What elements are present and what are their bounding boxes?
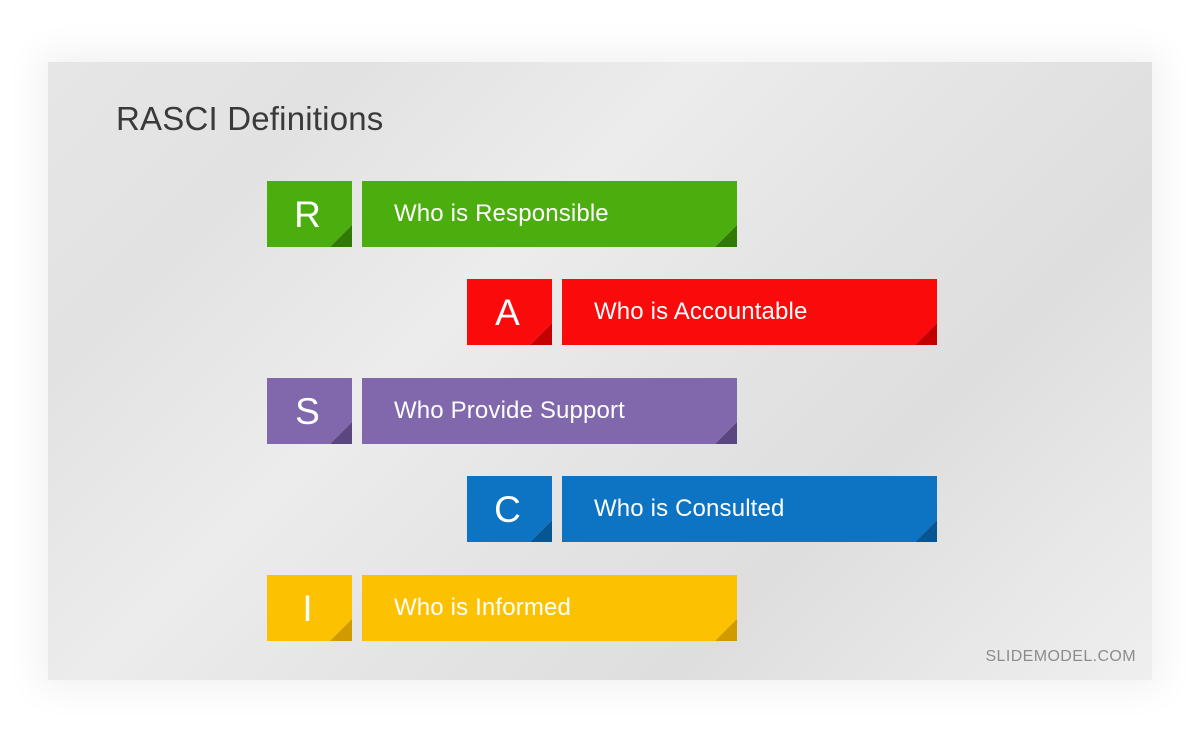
rasci-letter: I [302,587,313,629]
rasci-row: A Who is Accountable [48,279,1152,345]
rasci-definition-label: Who is Accountable [594,298,808,325]
rasci-definition-bar[interactable]: Who is Responsible [362,181,737,247]
rasci-letter: C [494,488,521,530]
rasci-definition-bar[interactable]: Who Provide Support [362,378,737,444]
rasci-row: C Who is Consulted [48,476,1152,542]
rasci-letter-tile[interactable]: C [467,476,552,542]
rasci-definition-label: Who is Responsible [394,200,609,227]
rasci-letter: R [294,193,321,235]
rasci-row: R Who is Responsible [48,181,1152,247]
rasci-letter-tile[interactable]: R [267,181,352,247]
watermark-slidemodel: SLIDEMODEL.COM [985,648,1136,665]
rasci-definition-label: Who is Consulted [594,495,785,522]
rasci-definition-bar[interactable]: Who is Consulted [562,476,937,542]
rasci-letter-tile[interactable]: A [467,279,552,345]
rasci-letter: S [295,390,320,432]
rasci-row: I Who is Informed [48,575,1152,641]
slide-canvas: RASCI Definitions R Who is Responsible A Wh… [48,62,1152,680]
rasci-definition-bar[interactable]: Who is Accountable [562,279,937,345]
rasci-definition-label: Who Provide Support [394,397,625,424]
rasci-letter-tile[interactable]: S [267,378,352,444]
page-title: RASCI Definitions [116,100,384,137]
rasci-row: S Who Provide Support [48,378,1152,444]
rasci-definition-bar[interactable]: Who is Informed [362,575,737,641]
rasci-letter: A [495,291,520,333]
rasci-letter-tile[interactable]: I [267,575,352,641]
rasci-definition-label: Who is Informed [394,594,571,621]
